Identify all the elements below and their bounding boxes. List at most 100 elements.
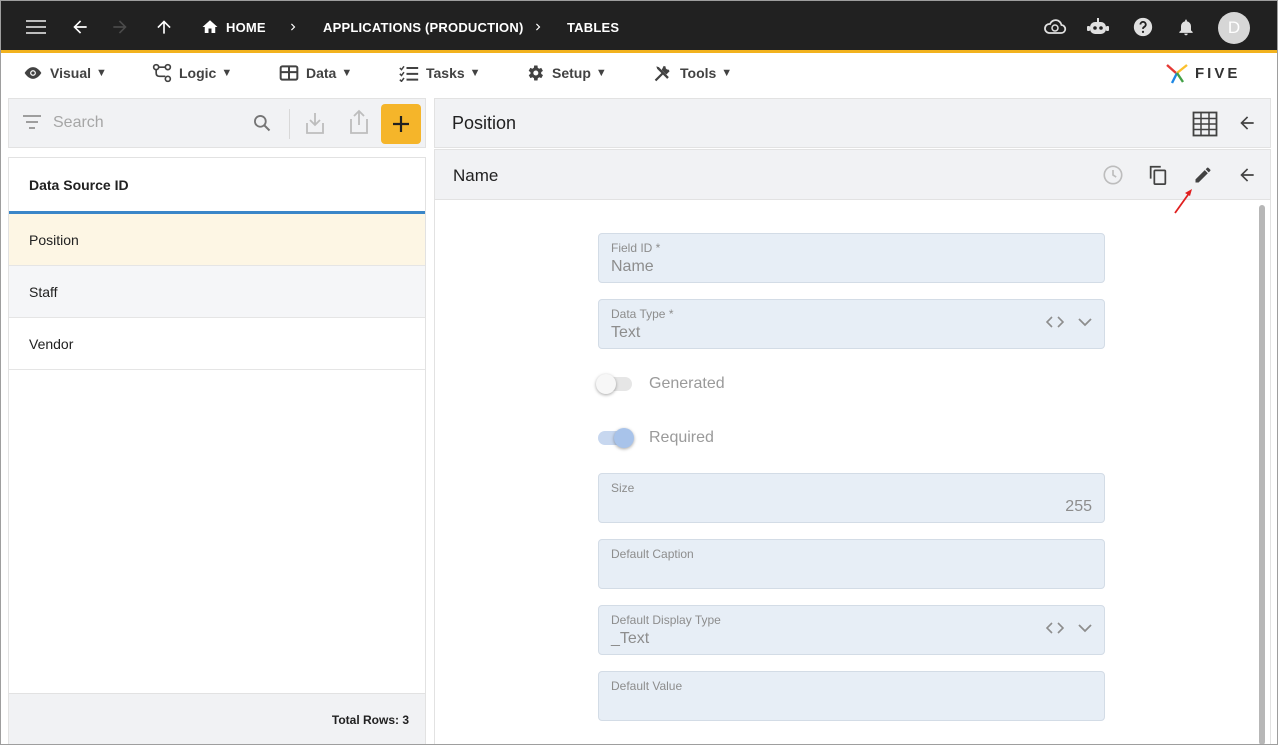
- user-avatar[interactable]: D: [1218, 12, 1250, 44]
- list-item[interactable]: Staff: [9, 266, 425, 318]
- total-rows: Total Rows: 3: [331, 712, 409, 727]
- list-toolbar: Search: [8, 98, 426, 148]
- code-brackets-icon[interactable]: [1046, 622, 1064, 634]
- caret-down-icon: ▼: [469, 67, 481, 79]
- caret-down-icon: ▼: [221, 67, 233, 79]
- back-arrow-icon[interactable]: [67, 1, 93, 53]
- list-item-label: Position: [29, 231, 79, 248]
- size-field[interactable]: Size 255: [598, 473, 1105, 523]
- field-id-field[interactable]: Field ID * Name: [598, 233, 1105, 283]
- breadcrumb-applications[interactable]: APPLICATIONS (PRODUCTION): [323, 1, 523, 53]
- menu-visual[interactable]: Visual ▼: [23, 56, 107, 90]
- top-bar: HOME APPLICATIONS (PRODUCTION) TABLES D: [1, 1, 1277, 53]
- list-item-label: Vendor: [29, 335, 74, 352]
- required-label: Required: [649, 429, 714, 446]
- required-toggle[interactable]: Required: [598, 423, 714, 453]
- default-display-type-value: _Text: [611, 630, 650, 647]
- copy-icon[interactable]: [1146, 163, 1170, 187]
- data-type-select[interactable]: Data Type * Text: [598, 299, 1105, 349]
- list-item-label: Staff: [29, 283, 58, 300]
- menu-label: Tools: [680, 65, 717, 81]
- forward-arrow-icon[interactable]: [107, 1, 133, 53]
- hamburger-menu-icon[interactable]: [23, 1, 49, 53]
- size-value: 255: [1065, 498, 1092, 515]
- menu-setup[interactable]: Setup ▼: [525, 56, 607, 90]
- default-caption-label: Default Caption: [611, 547, 694, 561]
- default-value-field[interactable]: Default Value: [598, 671, 1105, 721]
- data-type-label: Data Type *: [611, 307, 674, 321]
- add-button[interactable]: [381, 104, 421, 144]
- app-window: HOME APPLICATIONS (PRODUCTION) TABLES D: [0, 0, 1278, 745]
- menu-data[interactable]: Data ▼: [279, 56, 352, 90]
- breadcrumb-tables[interactable]: TABLES: [567, 1, 619, 53]
- scrollbar[interactable]: [1259, 205, 1265, 744]
- assistant-robot-icon[interactable]: [1085, 1, 1111, 53]
- breadcrumb-label: APPLICATIONS (PRODUCTION): [323, 19, 524, 35]
- tasks-icon: [399, 65, 419, 82]
- export-icon[interactable]: [349, 109, 369, 135]
- default-display-type-select[interactable]: Default Display Type _Text: [598, 605, 1105, 655]
- code-brackets-icon[interactable]: [1046, 316, 1064, 328]
- up-arrow-icon[interactable]: [151, 1, 177, 53]
- logic-icon: [152, 63, 172, 83]
- import-icon[interactable]: [305, 111, 325, 135]
- default-value-label: Default Value: [611, 679, 683, 693]
- notifications-bell-icon[interactable]: [1173, 1, 1199, 53]
- grid-view-icon[interactable]: [1192, 111, 1218, 137]
- logo-text: FIVE: [1195, 64, 1241, 82]
- generated-label: Generated: [649, 375, 725, 392]
- toggle-knob: [596, 374, 616, 394]
- select-controls: [1046, 622, 1092, 634]
- history-clock-icon[interactable]: [1101, 163, 1125, 187]
- back-arrow-icon[interactable]: [1235, 163, 1259, 187]
- menu-label: Data: [306, 65, 337, 81]
- toolbar-divider: [289, 109, 290, 139]
- field-form-title: Name: [453, 166, 499, 185]
- column-header[interactable]: Data Source ID: [9, 158, 425, 214]
- toggle-track: [596, 374, 632, 394]
- chevron-down-icon[interactable]: [1078, 317, 1092, 327]
- help-icon[interactable]: [1130, 1, 1156, 53]
- list-footer: Total Rows: 3: [9, 693, 425, 744]
- plus-icon: [393, 116, 409, 132]
- user-initial: D: [1227, 18, 1241, 37]
- caret-down-icon: ▼: [595, 67, 607, 79]
- menu-logic[interactable]: Logic ▼: [152, 56, 232, 90]
- five-logo-mark-icon: [1166, 64, 1188, 84]
- gear-icon: [528, 65, 543, 81]
- field-id-value: Name: [611, 258, 654, 275]
- back-arrow-icon[interactable]: [1237, 113, 1257, 133]
- breadcrumb-home[interactable]: HOME: [201, 1, 266, 53]
- default-display-type-label: Default Display Type: [611, 613, 721, 627]
- menu-label: Logic: [179, 65, 217, 81]
- field-form: Name Field ID * Name Data Type * Text Ge…: [434, 149, 1271, 744]
- list-item[interactable]: Position: [9, 214, 425, 266]
- data-type-value: Text: [611, 324, 641, 341]
- menu-label: Setup: [552, 65, 591, 81]
- menu-tasks[interactable]: Tasks ▼: [399, 56, 481, 90]
- chevron-right-icon: [528, 1, 548, 53]
- menu-tools[interactable]: Tools ▼: [653, 56, 732, 90]
- cloud-sync-icon[interactable]: [1042, 1, 1068, 53]
- size-label: Size: [611, 481, 635, 495]
- chevron-down-icon[interactable]: [1078, 623, 1092, 633]
- field-id-label: Field ID *: [611, 241, 661, 255]
- form-title: Position: [452, 113, 517, 133]
- edit-pencil-icon[interactable]: [1191, 163, 1215, 187]
- select-controls: [1046, 316, 1092, 328]
- tools-icon: [654, 65, 670, 82]
- data-source-list: Data Source ID Position Staff Vendor Tot…: [8, 157, 426, 744]
- default-caption-field[interactable]: Default Caption: [598, 539, 1105, 589]
- filter-icon[interactable]: [23, 115, 41, 129]
- caret-down-icon: ▼: [341, 67, 353, 79]
- search-icon[interactable]: [252, 113, 272, 133]
- menu-bar: Visual ▼ Logic ▼ Data ▼ Tasks ▼ Setup ▼ …: [1, 56, 1277, 92]
- chevron-right-icon: [283, 1, 303, 53]
- caret-down-icon: ▼: [721, 67, 733, 79]
- five-logo: FIVE: [1165, 60, 1240, 86]
- list-item[interactable]: Vendor: [9, 318, 425, 370]
- column-header-label: Data Source ID: [29, 176, 129, 193]
- generated-toggle[interactable]: Generated: [596, 369, 725, 399]
- search-input[interactable]: Search: [53, 114, 104, 132]
- caret-down-icon: ▼: [96, 67, 107, 79]
